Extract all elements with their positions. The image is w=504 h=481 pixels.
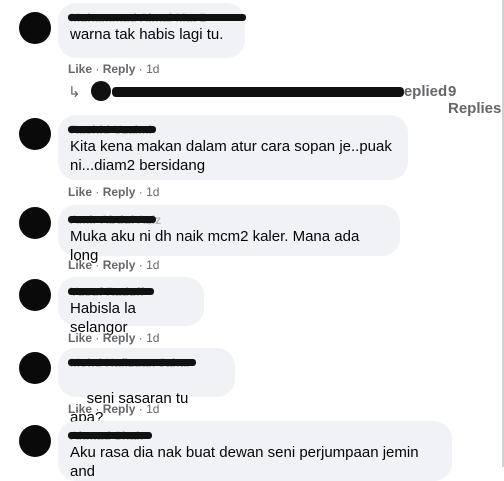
commenter-name[interactable]: Yusuf Raduff <box>68 285 192 299</box>
avatar <box>91 81 111 101</box>
like-button[interactable]: Like <box>68 331 92 345</box>
comment-bubble: Muhammad Aimal Mat D warna tak habis lag… <box>58 3 246 58</box>
avatar[interactable] <box>19 352 51 384</box>
avatar[interactable] <box>19 118 51 150</box>
comment-actions: Like · Reply · 1d <box>68 258 160 272</box>
comment-actions: Like · Reply · 1d <box>68 402 160 416</box>
commenter-name[interactable]: Ahmad Shah <box>68 429 440 443</box>
avatar[interactable] <box>19 12 51 44</box>
comment-bubble: Yusuf Raduff Habisla la selangor <box>58 277 204 336</box>
comment-bubble: Amir Abdul Aziz Muka aku ni dh naik mcm2… <box>58 205 400 264</box>
timestamp[interactable]: 1d <box>146 258 159 272</box>
like-button[interactable]: Like <box>68 258 92 272</box>
reply-button[interactable]: Reply <box>103 258 136 272</box>
comment-actions: Like · Reply · 1d <box>68 185 160 199</box>
avatar[interactable] <box>19 279 51 311</box>
comment-text: Aku rasa dia nak buat dewan seni perjump… <box>70 444 423 480</box>
timestamp[interactable]: 1d <box>146 62 159 76</box>
commenter-name[interactable]: Mohd Hafizuan Jahar <box>68 356 223 370</box>
reply-button[interactable]: Reply <box>103 62 136 76</box>
like-button[interactable]: Like <box>68 185 92 199</box>
commenter-name[interactable]: Amir Abdul Aziz <box>68 213 388 227</box>
replies-count-link[interactable]: 9 Replies <box>448 83 501 117</box>
timestamp[interactable]: 1d <box>146 402 159 416</box>
comment-text: Kita kena makan dalam atur cara sopan je… <box>70 138 392 174</box>
comment-bubble: Rashid Uzaimi Kita kena makan dalam atur… <box>58 115 408 180</box>
avatar[interactable] <box>19 207 51 239</box>
comment-bubble: Mohd Hafizuan Jahar seni sasaran tu apa? <box>58 348 235 443</box>
avatar[interactable] <box>19 425 51 457</box>
commenter-name[interactable]: Muhammad Aimal Mat D <box>68 11 246 25</box>
timestamp[interactable]: 1d <box>146 185 159 199</box>
timestamp[interactable]: 1d <box>146 331 159 345</box>
like-button[interactable]: Like <box>68 402 92 416</box>
comment-text: warna tak habis lagi tu. <box>70 26 224 43</box>
view-replies-row[interactable]: ↳ replied · 9 Replies <box>68 81 501 117</box>
comment-actions: Like · Reply · 1d <box>68 62 160 76</box>
comment-bubble: Ahmad Shah Aku rasa dia nak buat dewan s… <box>58 421 452 481</box>
commenter-name[interactable]: Rashid Uzaimi <box>68 123 396 137</box>
comment-actions: Like · Reply · 1d <box>68 331 160 345</box>
like-button[interactable]: Like <box>68 62 92 76</box>
reply-arrow-icon: ↳ <box>68 84 81 101</box>
reply-button[interactable]: Reply <box>103 331 136 345</box>
reply-button[interactable]: Reply <box>103 185 136 199</box>
reply-button[interactable]: Reply <box>103 402 136 416</box>
redacted-replier-names <box>112 87 404 97</box>
